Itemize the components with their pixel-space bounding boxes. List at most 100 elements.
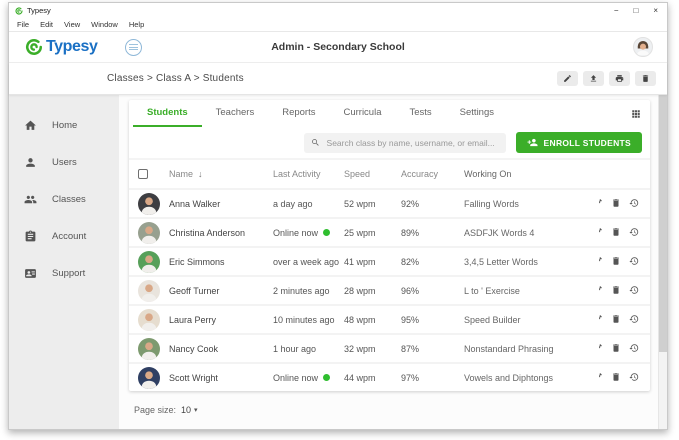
upload-button[interactable]	[583, 71, 604, 86]
sort-desc-icon[interactable]: ↓	[198, 169, 203, 179]
trash-icon	[641, 74, 650, 83]
sidebar-item-home[interactable]: Home	[9, 107, 119, 144]
select-all-checkbox[interactable]	[138, 169, 148, 179]
delete-button[interactable]	[635, 71, 656, 86]
student-avatar	[138, 251, 160, 273]
column-speed[interactable]: Speed	[344, 169, 401, 179]
sidebar-item-account[interactable]: Account	[9, 218, 119, 255]
row-history-button[interactable]	[629, 283, 639, 298]
grid-icon	[631, 109, 641, 119]
row-delete-button[interactable]	[611, 312, 621, 327]
table-header: Name ↓ Last Activity Speed Accuracy Work…	[129, 158, 650, 188]
app-header: Typesy Admin - Secondary School	[9, 32, 667, 63]
working-on: ASDFJK Words 4	[464, 228, 599, 238]
row-edit-button[interactable]	[599, 254, 603, 269]
row-delete-button[interactable]	[611, 196, 621, 211]
scrollbar-thumb[interactable]	[659, 95, 667, 352]
typesy-logo[interactable]: Typesy	[25, 38, 98, 56]
contact-card-icon	[24, 267, 37, 280]
speed: 52 wpm	[344, 199, 401, 209]
avatar-icon	[138, 222, 160, 244]
pagination: Page size: 10 ▾	[129, 405, 650, 415]
table-row[interactable]: Scott Wright Online now 44 wpm 97% Vowel…	[129, 362, 650, 391]
tab-tests[interactable]: Tests	[395, 107, 445, 127]
row-history-button[interactable]	[629, 196, 639, 211]
working-on: Speed Builder	[464, 315, 599, 325]
tab-students[interactable]: Students	[133, 107, 202, 127]
print-button[interactable]	[609, 71, 630, 86]
table-row[interactable]: Geoff Turner 2 minutes ago 28 wpm 96% L …	[129, 275, 650, 304]
row-edit-button[interactable]	[599, 341, 603, 356]
sidebar-item-classes[interactable]: Classes	[9, 181, 119, 218]
row-delete-button[interactable]	[611, 225, 621, 240]
student-avatar	[138, 367, 160, 389]
sidebar-item-label: Support	[52, 268, 85, 279]
row-delete-button[interactable]	[611, 370, 621, 385]
table-row[interactable]: Christina Anderson Online now 25 wpm 89%…	[129, 217, 650, 246]
typesy-logo-icon	[15, 7, 23, 15]
row-history-button[interactable]	[629, 254, 639, 269]
column-working-on[interactable]: Working On	[464, 169, 599, 179]
student-name: Geoff Turner	[169, 286, 273, 296]
sidebar-item-users[interactable]: Users	[9, 144, 119, 181]
menu-edit[interactable]: Edit	[40, 20, 53, 29]
row-history-button[interactable]	[629, 225, 639, 240]
tab-reports[interactable]: Reports	[268, 107, 329, 127]
menu-file[interactable]: File	[17, 20, 29, 29]
maximize-button[interactable]: □	[633, 7, 638, 15]
tab-curricula[interactable]: Curricula	[329, 107, 395, 127]
speed: 48 wpm	[344, 315, 401, 325]
history-icon	[629, 198, 639, 208]
speed: 41 wpm	[344, 257, 401, 267]
search-box	[304, 133, 506, 153]
table-row[interactable]: Nancy Cook 1 hour ago 32 wpm 87% Nonstan…	[129, 333, 650, 362]
column-last-activity[interactable]: Last Activity	[273, 169, 344, 179]
user-avatar[interactable]	[633, 37, 653, 57]
table-row[interactable]: Laura Perry 10 minutes ago 48 wpm 95% Sp…	[129, 304, 650, 333]
menu-window[interactable]: Window	[91, 20, 118, 29]
student-name: Laura Perry	[169, 315, 273, 325]
close-button[interactable]: ×	[653, 7, 658, 15]
person-add-icon	[527, 137, 538, 148]
pencil-icon	[599, 227, 603, 237]
grid-view-button[interactable]	[631, 107, 641, 122]
trash-icon	[611, 285, 621, 295]
tab-teachers[interactable]: Teachers	[202, 107, 269, 127]
row-edit-button[interactable]	[599, 225, 603, 240]
column-accuracy[interactable]: Accuracy	[401, 169, 464, 179]
menu-view[interactable]: View	[64, 20, 80, 29]
page-size-select[interactable]: 10 ▾	[181, 405, 198, 415]
minimize-button[interactable]: −	[614, 7, 619, 15]
history-icon	[629, 227, 639, 237]
speed: 32 wpm	[344, 344, 401, 354]
row-delete-button[interactable]	[611, 341, 621, 356]
menu-help[interactable]: Help	[129, 20, 144, 29]
row-history-button[interactable]	[629, 341, 639, 356]
avatar-icon	[138, 280, 160, 302]
history-icon	[629, 285, 639, 295]
row-edit-button[interactable]	[599, 312, 603, 327]
sidebar-item-support[interactable]: Support	[9, 255, 119, 292]
column-name[interactable]: Name	[169, 169, 193, 179]
breadcrumb[interactable]: Classes > Class A > Students	[107, 73, 244, 84]
row-edit-button[interactable]	[599, 283, 603, 298]
trash-icon	[611, 343, 621, 353]
user-icon	[24, 156, 37, 169]
row-delete-button[interactable]	[611, 254, 621, 269]
row-history-button[interactable]	[629, 312, 639, 327]
table-row[interactable]: Anna Walker a day ago 52 wpm 92% Falling…	[129, 188, 650, 217]
search-input[interactable]	[325, 137, 499, 149]
working-on: 3,4,5 Letter Words	[464, 257, 599, 267]
titlebar-title: Typesy	[27, 6, 51, 15]
edit-button[interactable]	[557, 71, 578, 86]
menubar: File Edit View Window Help	[9, 18, 667, 32]
row-edit-button[interactable]	[599, 370, 603, 385]
row-delete-button[interactable]	[611, 283, 621, 298]
table-row[interactable]: Eric Simmons over a week ago 41 wpm 82% …	[129, 246, 650, 275]
row-edit-button[interactable]	[599, 196, 603, 211]
tab-settings[interactable]: Settings	[446, 107, 508, 127]
enroll-students-button[interactable]: ENROLL STUDENTS	[516, 132, 642, 153]
accuracy: 82%	[401, 257, 464, 267]
pencil-icon	[599, 314, 603, 324]
row-history-button[interactable]	[629, 370, 639, 385]
